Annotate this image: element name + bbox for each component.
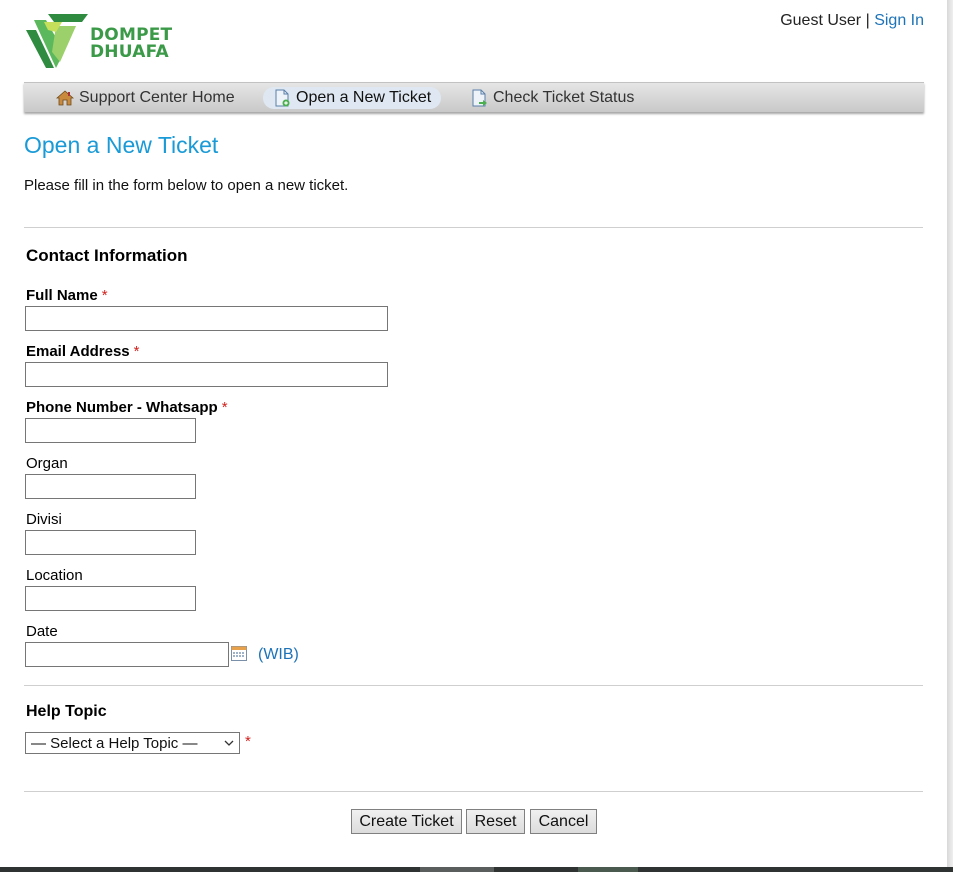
divider	[24, 685, 923, 686]
ticket-status-icon	[472, 89, 487, 107]
brand-logo[interactable]: DOMPET DHUAFA	[26, 12, 176, 70]
phone-input[interactable]	[25, 418, 196, 443]
create-ticket-button[interactable]: Create Ticket	[351, 809, 462, 834]
user-separator: |	[865, 12, 870, 29]
nav-support-home-label: Support Center Home	[79, 89, 235, 106]
nav-open-ticket[interactable]: Open a New Ticket	[263, 87, 442, 109]
guest-user-label: Guest User	[780, 12, 862, 29]
timezone-label: (WIB)	[258, 646, 299, 663]
nav-open-ticket-label: Open a New Ticket	[296, 89, 432, 106]
organ-label: Organ	[26, 455, 68, 472]
help-topic-selected: — Select a Help Topic —	[31, 734, 198, 752]
divider	[24, 227, 923, 228]
email-input[interactable]	[25, 362, 388, 387]
brand-line2: DHUAFA	[90, 42, 169, 62]
date-input[interactable]	[25, 642, 229, 667]
required-marker: *	[245, 733, 251, 750]
organ-input[interactable]	[25, 474, 196, 499]
phone-label-text: Phone Number - Whatsapp	[26, 399, 218, 416]
chevron-down-icon	[224, 740, 234, 746]
required-marker: *	[133, 343, 140, 360]
email-label: Email Address *	[26, 343, 140, 360]
sign-in-link[interactable]: Sign In	[874, 12, 924, 29]
divider	[24, 791, 923, 792]
help-topic-heading: Help Topic	[26, 703, 107, 720]
logo-mark-icon	[26, 14, 88, 68]
contact-heading: Contact Information	[26, 246, 188, 265]
nav-support-home[interactable]: Support Center Home	[56, 87, 235, 109]
page-intro: Please fill in the form below to open a …	[24, 177, 349, 194]
full-name-input[interactable]	[25, 306, 388, 331]
home-icon	[56, 90, 74, 106]
required-marker: *	[101, 287, 108, 304]
full-name-label: Full Name *	[26, 287, 108, 304]
divisi-input[interactable]	[25, 530, 196, 555]
nav-check-status-label: Check Ticket Status	[493, 89, 635, 106]
full-name-label-text: Full Name	[26, 287, 98, 304]
page-title: Open a New Ticket	[24, 132, 219, 158]
email-label-text: Email Address	[26, 343, 130, 360]
date-label: Date	[26, 623, 58, 640]
main-navigation: Support Center Home Open a New Ticket Ch…	[24, 82, 924, 112]
cancel-button[interactable]: Cancel	[530, 809, 597, 834]
location-label: Location	[26, 567, 83, 584]
reset-button[interactable]: Reset	[466, 809, 525, 834]
divisi-label: Divisi	[26, 511, 62, 528]
required-marker: *	[221, 399, 228, 416]
new-ticket-icon	[275, 89, 290, 107]
phone-label: Phone Number - Whatsapp *	[26, 399, 228, 416]
window-edge	[947, 0, 953, 872]
taskbar-strip	[0, 867, 953, 872]
nav-check-status[interactable]: Check Ticket Status	[470, 87, 634, 109]
brand-wordmark: DOMPET DHUAFA	[90, 27, 172, 61]
calendar-icon[interactable]	[231, 645, 247, 661]
help-topic-select[interactable]: — Select a Help Topic —	[25, 732, 240, 754]
user-status: Guest User | Sign In	[780, 12, 924, 30]
location-input[interactable]	[25, 586, 196, 611]
